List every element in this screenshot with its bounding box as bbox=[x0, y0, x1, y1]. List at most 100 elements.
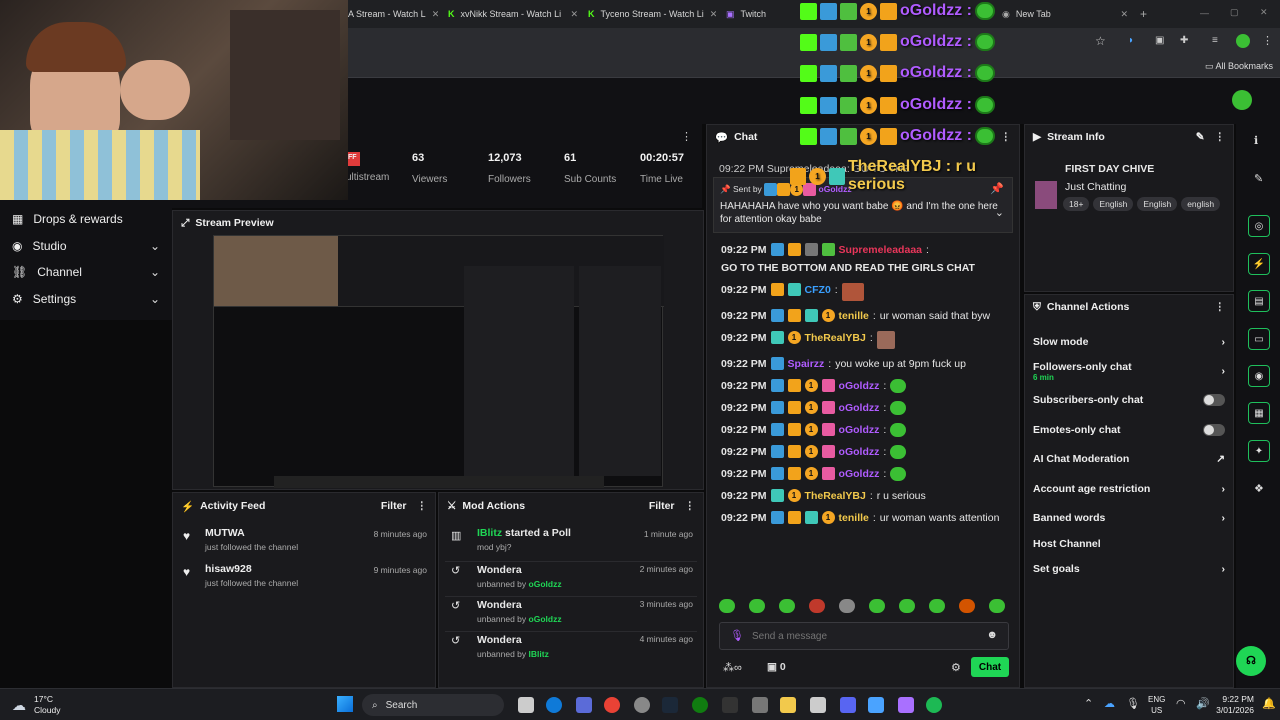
windows-start-icon[interactable] bbox=[337, 696, 353, 712]
stream-preview-video[interactable] bbox=[213, 235, 664, 488]
action-set-goals[interactable]: Set goals › bbox=[1025, 555, 1233, 584]
epic-icon[interactable] bbox=[722, 697, 738, 713]
rail-button-bolt[interactable]: ⚡ bbox=[1248, 253, 1270, 275]
extension-icon[interactable]: ◗ bbox=[1128, 35, 1134, 46]
settings-icon[interactable] bbox=[752, 697, 768, 713]
pencil-icon[interactable]: ✎ bbox=[1254, 172, 1263, 185]
emote-button[interactable] bbox=[959, 599, 975, 613]
star-icon[interactable]: ☆ bbox=[1095, 34, 1106, 48]
chat-username[interactable]: CFZ0 bbox=[805, 283, 831, 297]
chat-input[interactable] bbox=[752, 628, 972, 644]
emote-button[interactable] bbox=[749, 599, 765, 613]
app-icon[interactable] bbox=[868, 697, 884, 713]
chat-username[interactable]: TheRealYBJ bbox=[805, 489, 866, 503]
chat-username[interactable]: oGoldzz bbox=[839, 467, 880, 481]
emote-button[interactable] bbox=[929, 599, 945, 613]
sidebar-item-drops[interactable]: ▦ Drops & rewards bbox=[0, 206, 172, 233]
sidebar-item-channel[interactable]: ⛓ Channel ⌄ bbox=[0, 259, 172, 286]
chat-settings-icon[interactable]: ⁂∞ bbox=[723, 661, 742, 674]
action-ai-moderation[interactable]: AI Chat Moderation ↗ bbox=[1025, 445, 1233, 474]
shapes-icon[interactable]: ❖ bbox=[1254, 482, 1264, 495]
rail-button-tools[interactable]: ✦ bbox=[1248, 440, 1270, 462]
mic-icon[interactable]: 🎙 bbox=[1126, 697, 1140, 710]
chat-username[interactable]: oGoldzz bbox=[839, 423, 880, 437]
xbox-icon[interactable] bbox=[692, 697, 708, 713]
info-icon[interactable]: ℹ bbox=[1254, 134, 1258, 147]
mod-by[interactable]: IBlitz bbox=[529, 649, 549, 659]
kebab-icon[interactable]: ⋮ bbox=[685, 500, 696, 512]
kebab-icon[interactable]: ⋮ bbox=[417, 500, 428, 512]
toggle-switch[interactable] bbox=[1203, 394, 1225, 407]
channel-points[interactable]: ▣ 0 bbox=[767, 661, 786, 673]
sidebar-item-settings[interactable]: ⚙ Settings ⌄ bbox=[0, 286, 172, 313]
chat-send-button[interactable]: Chat bbox=[971, 657, 1009, 677]
mod-name[interactable]: IBlitz bbox=[477, 527, 502, 539]
browser-tab[interactable]: K Tyceno Stream - Watch Li ✕ bbox=[588, 4, 716, 24]
browser-tab[interactable]: KxvNikk Stream - Watch Li ✕ bbox=[448, 4, 578, 24]
action-banned-words[interactable]: Banned words › bbox=[1025, 503, 1233, 532]
tray-icon[interactable]: ☁ bbox=[1104, 697, 1115, 710]
tag-chip[interactable]: English bbox=[1137, 197, 1178, 211]
close-icon[interactable]: ✕ bbox=[710, 9, 716, 20]
kebab-icon[interactable]: ⋮ bbox=[1215, 131, 1226, 143]
discord-icon[interactable] bbox=[840, 697, 856, 713]
action-subscribers-only[interactable]: Subscribers-only chat bbox=[1025, 386, 1233, 415]
minimize-icon[interactable]: — bbox=[1200, 8, 1209, 18]
chat-input-box[interactable]: 🎙 ☻ bbox=[719, 622, 1009, 650]
volume-icon[interactable]: 🔊 bbox=[1196, 697, 1210, 710]
menu-icon[interactable]: ⋮ bbox=[1262, 34, 1273, 47]
action-emotes-only[interactable]: Emotes-only chat bbox=[1025, 415, 1233, 444]
profile-avatar[interactable] bbox=[1236, 34, 1250, 48]
obs-icon[interactable] bbox=[634, 697, 650, 713]
language-indicator[interactable]: ENG US bbox=[1148, 694, 1165, 716]
spotify-icon[interactable] bbox=[926, 697, 942, 713]
filter-button[interactable]: Filter bbox=[649, 500, 675, 512]
mod-by[interactable]: oGoldzz bbox=[529, 614, 562, 624]
rail-button-capture[interactable]: ◎ bbox=[1248, 215, 1270, 237]
puzzle-icon[interactable]: ✚ bbox=[1180, 35, 1188, 46]
emote-button[interactable] bbox=[989, 599, 1005, 613]
rail-button-broadcast[interactable]: ◉ bbox=[1248, 365, 1270, 387]
tag-chip[interactable]: 18+ bbox=[1063, 197, 1090, 211]
toggle-switch[interactable] bbox=[1203, 423, 1225, 436]
emote-button[interactable] bbox=[719, 599, 735, 613]
wifi-icon[interactable]: ◠ bbox=[1176, 697, 1186, 710]
maximize-icon[interactable]: ▢ bbox=[1230, 7, 1239, 18]
emote-button[interactable] bbox=[899, 599, 915, 613]
emoji-icon[interactable]: ☻ bbox=[986, 629, 998, 641]
kebab-icon[interactable]: ⋮ bbox=[1215, 301, 1226, 313]
rail-button-notes[interactable]: ▤ bbox=[1248, 290, 1270, 312]
chat-username[interactable]: oGoldzz bbox=[839, 445, 880, 459]
gear-icon[interactable]: ⚙ bbox=[951, 661, 961, 674]
action-account-age[interactable]: Account age restriction › bbox=[1025, 474, 1233, 503]
pencil-icon[interactable]: ✎ bbox=[1196, 131, 1205, 143]
help-icon[interactable]: ☊ bbox=[1236, 646, 1266, 676]
emote-button[interactable] bbox=[839, 599, 855, 613]
edge-icon[interactable] bbox=[546, 697, 562, 713]
mic-icon[interactable]: 🎙 bbox=[730, 629, 744, 642]
chat-username[interactable]: oGoldzz bbox=[839, 379, 880, 393]
close-icon[interactable]: ✕ bbox=[1120, 9, 1128, 20]
browser-tab[interactable]: ▣ Twitch bbox=[726, 4, 796, 24]
media-icon[interactable]: ≡ bbox=[1212, 35, 1218, 46]
browser-tab[interactable]: A Stream - Watch L ✕ bbox=[348, 4, 438, 24]
chat-username[interactable]: Spairzz bbox=[788, 357, 825, 371]
tag-chip[interactable]: English bbox=[1093, 197, 1134, 211]
action-followers-only[interactable]: Followers-only chat 6 min › bbox=[1025, 356, 1233, 385]
search-box[interactable]: ⌕ Search bbox=[362, 694, 504, 716]
emote-button[interactable] bbox=[809, 599, 825, 613]
close-icon[interactable]: ✕ bbox=[432, 9, 438, 20]
all-bookmarks[interactable]: ▭ All Bookmarks bbox=[1205, 61, 1273, 72]
chat-username[interactable]: Supremeleadaaa bbox=[839, 243, 922, 257]
app-icon[interactable] bbox=[576, 697, 592, 713]
extension-icon[interactable]: ▣ bbox=[1155, 35, 1164, 46]
stream-category[interactable]: Just Chatting bbox=[1065, 181, 1126, 193]
chevron-up-icon[interactable]: ⌃ bbox=[1084, 697, 1093, 710]
emote-button[interactable] bbox=[779, 599, 795, 613]
store-icon[interactable] bbox=[810, 697, 826, 713]
clock[interactable]: 9:22 PM 3/01/2026 bbox=[1214, 694, 1254, 716]
emote-button[interactable] bbox=[869, 599, 885, 613]
steam-icon[interactable] bbox=[662, 697, 678, 713]
rail-button-layout[interactable]: ▦ bbox=[1248, 402, 1270, 424]
folder-icon[interactable] bbox=[780, 697, 796, 713]
